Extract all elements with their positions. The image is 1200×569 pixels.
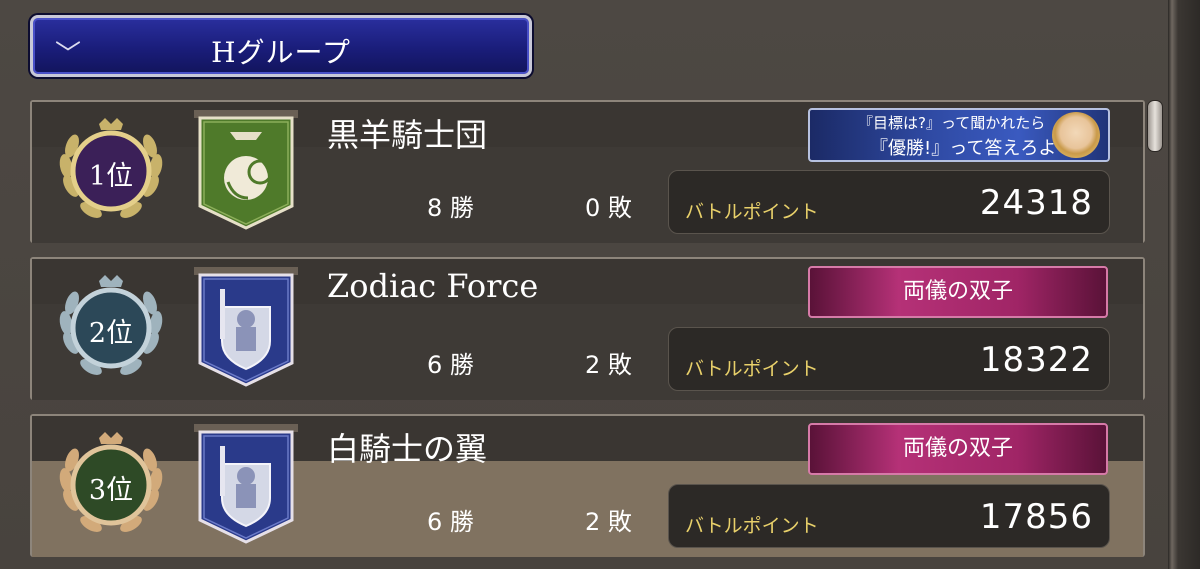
battle-points-box: バトルポイント 24318 [668,170,1110,234]
battle-points-value: 18322 [979,340,1093,380]
battle-points-label: バトルポイント [685,515,819,537]
guild-banner-knight-icon [194,267,298,387]
wins-count: 8 勝 [427,194,474,222]
battle-points-value: 17856 [979,497,1093,537]
battle-points-label: バトルポイント [685,358,819,380]
losses-count: 2 敗 [585,508,632,536]
wins-count: 6 勝 [427,508,474,536]
battle-points-box: バトルポイント 18322 [668,327,1110,391]
rank-label: 1位 [88,161,134,192]
group-title: Hグループ [211,36,351,69]
rank-label: 2位 [88,318,134,349]
rank-label: 3位 [88,475,134,506]
group-dropdown[interactable]: ﹀ Hグループ [30,15,532,77]
battle-points-label: バトルポイント [685,201,819,223]
guild-banner-knight-icon [194,424,298,544]
wins-count: 6 勝 [427,351,474,379]
team-title-badge: 両儀の双子 [808,266,1108,318]
panel-border [1168,0,1200,569]
battle-points-value: 24318 [979,183,1093,223]
ranking-row-1[interactable]: 1位 黒羊騎士団 『目標は?』って聞かれたら 『優勝!』って答えろよ 8 勝 0… [30,100,1145,243]
battle-points-box: バトルポイント 17856 [668,484,1110,548]
character-portrait-icon [1052,112,1100,158]
team-name: Zodiac Force [327,267,539,305]
losses-count: 0 敗 [585,194,632,222]
losses-count: 2 敗 [585,351,632,379]
guild-banner-ram-icon [194,110,298,230]
team-title-badge: 『目標は?』って聞かれたら 『優勝!』って答えろよ [808,108,1110,162]
scrollbar-thumb[interactable] [1147,100,1163,152]
team-title-badge: 両儀の双子 [808,423,1108,475]
ranking-row-2[interactable]: 2位 Zodiac Force 両儀の双子 6 勝 2 敗 バトルポイント 18… [30,257,1145,400]
team-name: 白騎士の翼 [327,430,488,468]
ranking-row-3[interactable]: 3位 白騎士の翼 両儀の双子 6 勝 2 敗 バトルポイント 17856 [30,414,1145,557]
team-name: 黒羊騎士団 [327,116,488,154]
